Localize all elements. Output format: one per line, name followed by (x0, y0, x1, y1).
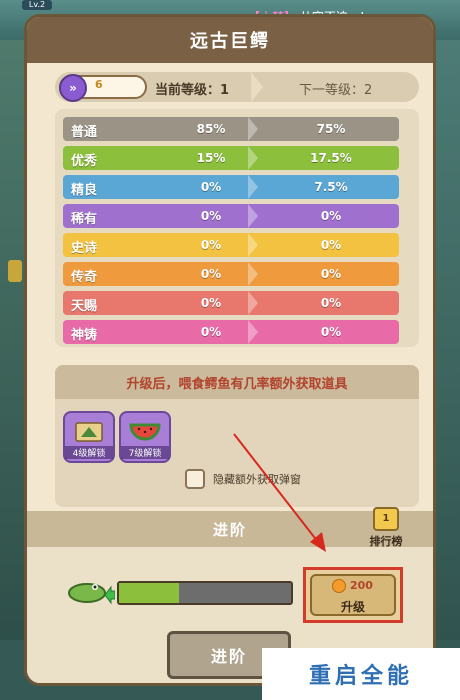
next-level-text: 下一等级：2 (299, 83, 373, 98)
side-expand-arrow-icon[interactable] (8, 260, 22, 282)
upgrade-button[interactable]: 200 升级 (303, 567, 403, 623)
progress-fill (119, 583, 180, 603)
upgrade-cost: 200 (350, 579, 373, 592)
rarity-next-chance: 17.5% (310, 151, 352, 165)
rarity-name: 史诗 (71, 241, 98, 256)
level-bar: » 6 当前等级：1 下一等级：2 (55, 72, 419, 102)
bonus-title: 升级后，喂食鳄鱼有几率额外获取道具 (126, 376, 348, 392)
rarity-arrow-icon (248, 233, 258, 257)
coin-icon (332, 579, 346, 593)
panel-title: 远古巨鳄 (190, 31, 270, 52)
rarity-next-chance: 0% (320, 267, 342, 281)
rarity-row: 精良 0% 7.5% (63, 175, 399, 199)
rarity-row: 普通 85% 75% (63, 117, 399, 141)
bonus-header: 升级后，喂食鳄鱼有几率额外获取道具 (55, 365, 419, 399)
rarity-arrow-icon (248, 146, 258, 170)
player-level-tag: Lv.2 (22, 0, 52, 10)
watermelon-icon (129, 423, 161, 441)
rarity-next-chance: 0% (320, 325, 342, 339)
level-chip-icon: » (59, 74, 87, 102)
rarity-current-chance: 0% (200, 209, 222, 223)
rarity-arrow-icon (248, 204, 258, 228)
rarity-name: 传奇 (71, 270, 98, 285)
rarity-row: 优秀 15% 17.5% (63, 146, 399, 170)
crocodile-upgrade-panel: 远古巨鳄 » 6 当前等级：1 下一等级：2 普通 85% 75% 优秀 15% 17.5… (24, 14, 436, 686)
rarity-next-chance: 7.5% (314, 180, 348, 194)
rarity-arrow-icon (248, 291, 258, 315)
level-divider-arrow-icon (251, 72, 263, 102)
rarity-next-chance: 0% (320, 238, 342, 252)
rarity-table: 普通 85% 75% 优秀 15% 17.5% 精良 0% 7.5% 稀有 0% 0% 史诗 0% 0% 传奇… (55, 109, 419, 347)
upgrade-progress-bar (117, 581, 293, 605)
rarity-name: 精良 (71, 183, 98, 198)
rarity-name: 普通 (71, 125, 98, 140)
rarity-arrow-icon (248, 262, 258, 286)
leaderboard-button[interactable]: 1 排行榜 (361, 507, 411, 549)
current-level-text: 当前等级：1 (155, 83, 230, 98)
rarity-row: 史诗 0% 0% (63, 233, 399, 257)
rarity-next-chance: 0% (320, 296, 342, 310)
item-unlock-label: 7级解锁 (121, 446, 169, 459)
watermark-text: 重启全能 (308, 664, 413, 689)
rarity-arrow-icon (248, 320, 258, 344)
annotation-arrow-icon (233, 433, 326, 552)
rarity-current-chance: 0% (200, 296, 222, 310)
rarity-name: 优秀 (71, 154, 98, 169)
rarity-current-chance: 0% (200, 325, 222, 339)
rarity-current-chance: 85% (196, 122, 226, 136)
rarity-next-chance: 0% (320, 209, 342, 223)
rarity-name: 天赐 (71, 299, 98, 314)
rarity-current-chance: 0% (200, 267, 222, 281)
rarity-current-chance: 15% (196, 151, 226, 165)
scroll-icon (75, 422, 103, 442)
rarity-row: 传奇 0% 0% (63, 262, 399, 286)
upgrade-label: 升级 (340, 600, 365, 614)
crocodile-icon (68, 583, 115, 605)
rarity-arrow-icon (248, 175, 258, 199)
upgrade-button-inner: 200 升级 (310, 574, 396, 616)
rarity-current-chance: 0% (200, 180, 222, 194)
level-chip: » 6 (59, 74, 147, 102)
game-background-left (0, 40, 24, 700)
item-slot-watermelon[interactable]: 7级解锁 (119, 411, 171, 463)
advance-button-label: 进阶 (210, 647, 247, 666)
leaderboard-label: 排行榜 (369, 535, 403, 548)
rarity-name: 稀有 (71, 212, 98, 227)
rarity-row: 稀有 0% 0% (63, 204, 399, 228)
rarity-row: 神铸 0% 0% (63, 320, 399, 344)
watermark: 重启全能 (262, 648, 460, 700)
rarity-current-chance: 0% (200, 238, 222, 252)
level-chip-value: 6 (95, 78, 103, 91)
rarity-name: 神铸 (71, 328, 98, 343)
hide-popup-checkbox[interactable] (185, 469, 205, 489)
rarity-row: 天赐 0% 0% (63, 291, 399, 315)
item-unlock-label: 4级解锁 (65, 446, 113, 459)
rarity-arrow-icon (248, 117, 258, 141)
panel-header: 远古巨鳄 (27, 17, 433, 63)
trophy-icon: 1 (373, 507, 399, 531)
item-slot-scroll[interactable]: 4级解锁 (63, 411, 115, 463)
rarity-next-chance: 75% (316, 122, 346, 136)
